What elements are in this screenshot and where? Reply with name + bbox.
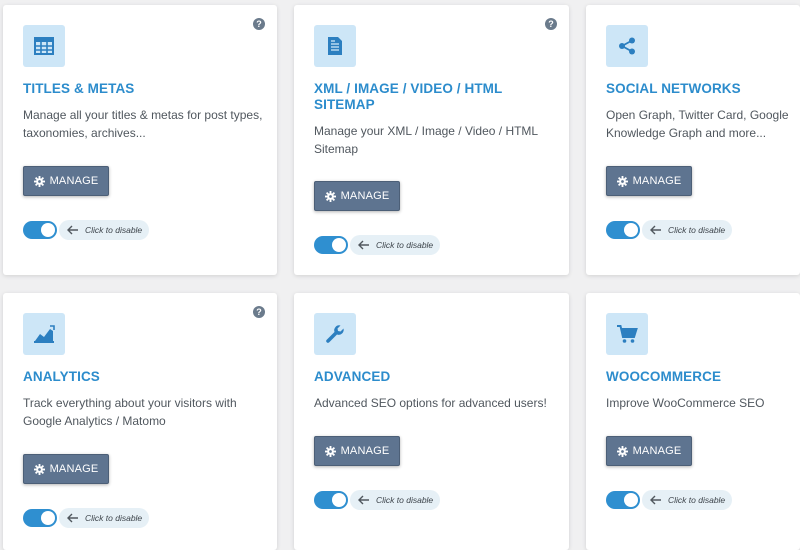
manage-button[interactable]: MANAGE bbox=[23, 166, 109, 196]
toggle-knob bbox=[41, 511, 55, 525]
module-title: ANALYTICS bbox=[23, 369, 100, 384]
cart-icon bbox=[606, 313, 648, 355]
module-title: TITLES & METAS bbox=[23, 81, 135, 96]
help-icon[interactable]: ? bbox=[545, 18, 557, 30]
toggle-hint: Click to disable bbox=[350, 490, 440, 510]
toggle-hint-text: Click to disable bbox=[376, 495, 434, 505]
module-description: Manage your XML / Image / Video / HTML S… bbox=[314, 124, 538, 156]
arrow-left-icon bbox=[650, 495, 662, 505]
module-description: Advanced SEO options for advanced users! bbox=[314, 396, 547, 410]
gear-icon bbox=[616, 445, 628, 457]
toggle-knob bbox=[332, 493, 346, 507]
manage-label: MANAGE bbox=[632, 445, 682, 457]
manage-button[interactable]: MANAGE bbox=[606, 166, 692, 196]
module-card-analytics: ? ANALYTICS Track everything about your … bbox=[3, 293, 277, 550]
toggle-hint-text: Click to disable bbox=[668, 225, 726, 235]
wrench-icon bbox=[314, 313, 356, 355]
document-icon bbox=[314, 25, 356, 67]
module-card-titles-metas: ? TITLES & METAS Manage all your titles … bbox=[3, 5, 277, 275]
manage-button[interactable]: MANAGE bbox=[23, 454, 109, 484]
arrow-left-icon bbox=[67, 225, 79, 235]
module-toggle[interactable] bbox=[314, 491, 348, 509]
module-toggle[interactable] bbox=[23, 509, 57, 527]
module-description: Improve WooCommerce SEO bbox=[606, 396, 765, 410]
module-description: Track everything about your visitors wit… bbox=[23, 396, 237, 428]
module-title: SOCIAL NETWORKS bbox=[606, 81, 741, 96]
help-icon[interactable]: ? bbox=[253, 18, 265, 30]
toggle-hint-text: Click to disable bbox=[85, 513, 143, 523]
gear-icon bbox=[33, 463, 45, 475]
chart-icon bbox=[23, 313, 65, 355]
manage-button[interactable]: MANAGE bbox=[606, 436, 692, 466]
toggle-knob bbox=[624, 493, 638, 507]
manage-button[interactable]: MANAGE bbox=[314, 436, 400, 466]
module-card-advanced: ADVANCED Advanced SEO options for advanc… bbox=[294, 293, 569, 550]
table-icon bbox=[23, 25, 65, 67]
gear-icon bbox=[616, 175, 628, 187]
module-description: Open Graph, Twitter Card, Google Knowled… bbox=[606, 108, 789, 140]
module-toggle[interactable] bbox=[606, 491, 640, 509]
help-icon[interactable]: ? bbox=[253, 306, 265, 318]
module-title: ADVANCED bbox=[314, 369, 391, 384]
module-toggle[interactable] bbox=[606, 221, 640, 239]
arrow-left-icon bbox=[358, 495, 370, 505]
module-toggle[interactable] bbox=[23, 221, 57, 239]
toggle-hint: Click to disable bbox=[642, 490, 732, 510]
arrow-left-icon bbox=[358, 240, 370, 250]
share-icon bbox=[606, 25, 648, 67]
toggle-hint: Click to disable bbox=[59, 508, 149, 528]
toggle-hint: Click to disable bbox=[59, 220, 149, 240]
toggle-knob bbox=[41, 223, 55, 237]
manage-label: MANAGE bbox=[49, 175, 99, 187]
gear-icon bbox=[33, 175, 45, 187]
manage-button[interactable]: MANAGE bbox=[314, 181, 400, 211]
toggle-knob bbox=[332, 238, 346, 252]
module-card-sitemap: ? XML / IMAGE / VIDEO / HTML SITEMAP Man… bbox=[294, 5, 569, 275]
toggle-hint: Click to disable bbox=[642, 220, 732, 240]
gear-icon bbox=[324, 190, 336, 202]
manage-label: MANAGE bbox=[340, 190, 390, 202]
arrow-left-icon bbox=[650, 225, 662, 235]
module-description: Manage all your titles & metas for post … bbox=[23, 108, 263, 140]
manage-label: MANAGE bbox=[632, 175, 682, 187]
module-title: WOOCOMMERCE bbox=[606, 369, 722, 384]
toggle-hint-text: Click to disable bbox=[668, 495, 726, 505]
toggle-hint-text: Click to disable bbox=[376, 240, 434, 250]
toggle-hint: Click to disable bbox=[350, 235, 440, 255]
toggle-hint-text: Click to disable bbox=[85, 225, 143, 235]
module-card-woocommerce: WOOCOMMERCE Improve WooCommerce SEO MANA… bbox=[586, 293, 800, 550]
manage-label: MANAGE bbox=[49, 463, 99, 475]
module-title: XML / IMAGE / VIDEO / HTML SITEMAP bbox=[314, 81, 503, 112]
manage-label: MANAGE bbox=[340, 445, 390, 457]
module-toggle[interactable] bbox=[314, 236, 348, 254]
toggle-knob bbox=[624, 223, 638, 237]
gear-icon bbox=[324, 445, 336, 457]
arrow-left-icon bbox=[67, 513, 79, 523]
module-card-social-networks: SOCIAL NETWORKS Open Graph, Twitter Card… bbox=[586, 5, 800, 275]
